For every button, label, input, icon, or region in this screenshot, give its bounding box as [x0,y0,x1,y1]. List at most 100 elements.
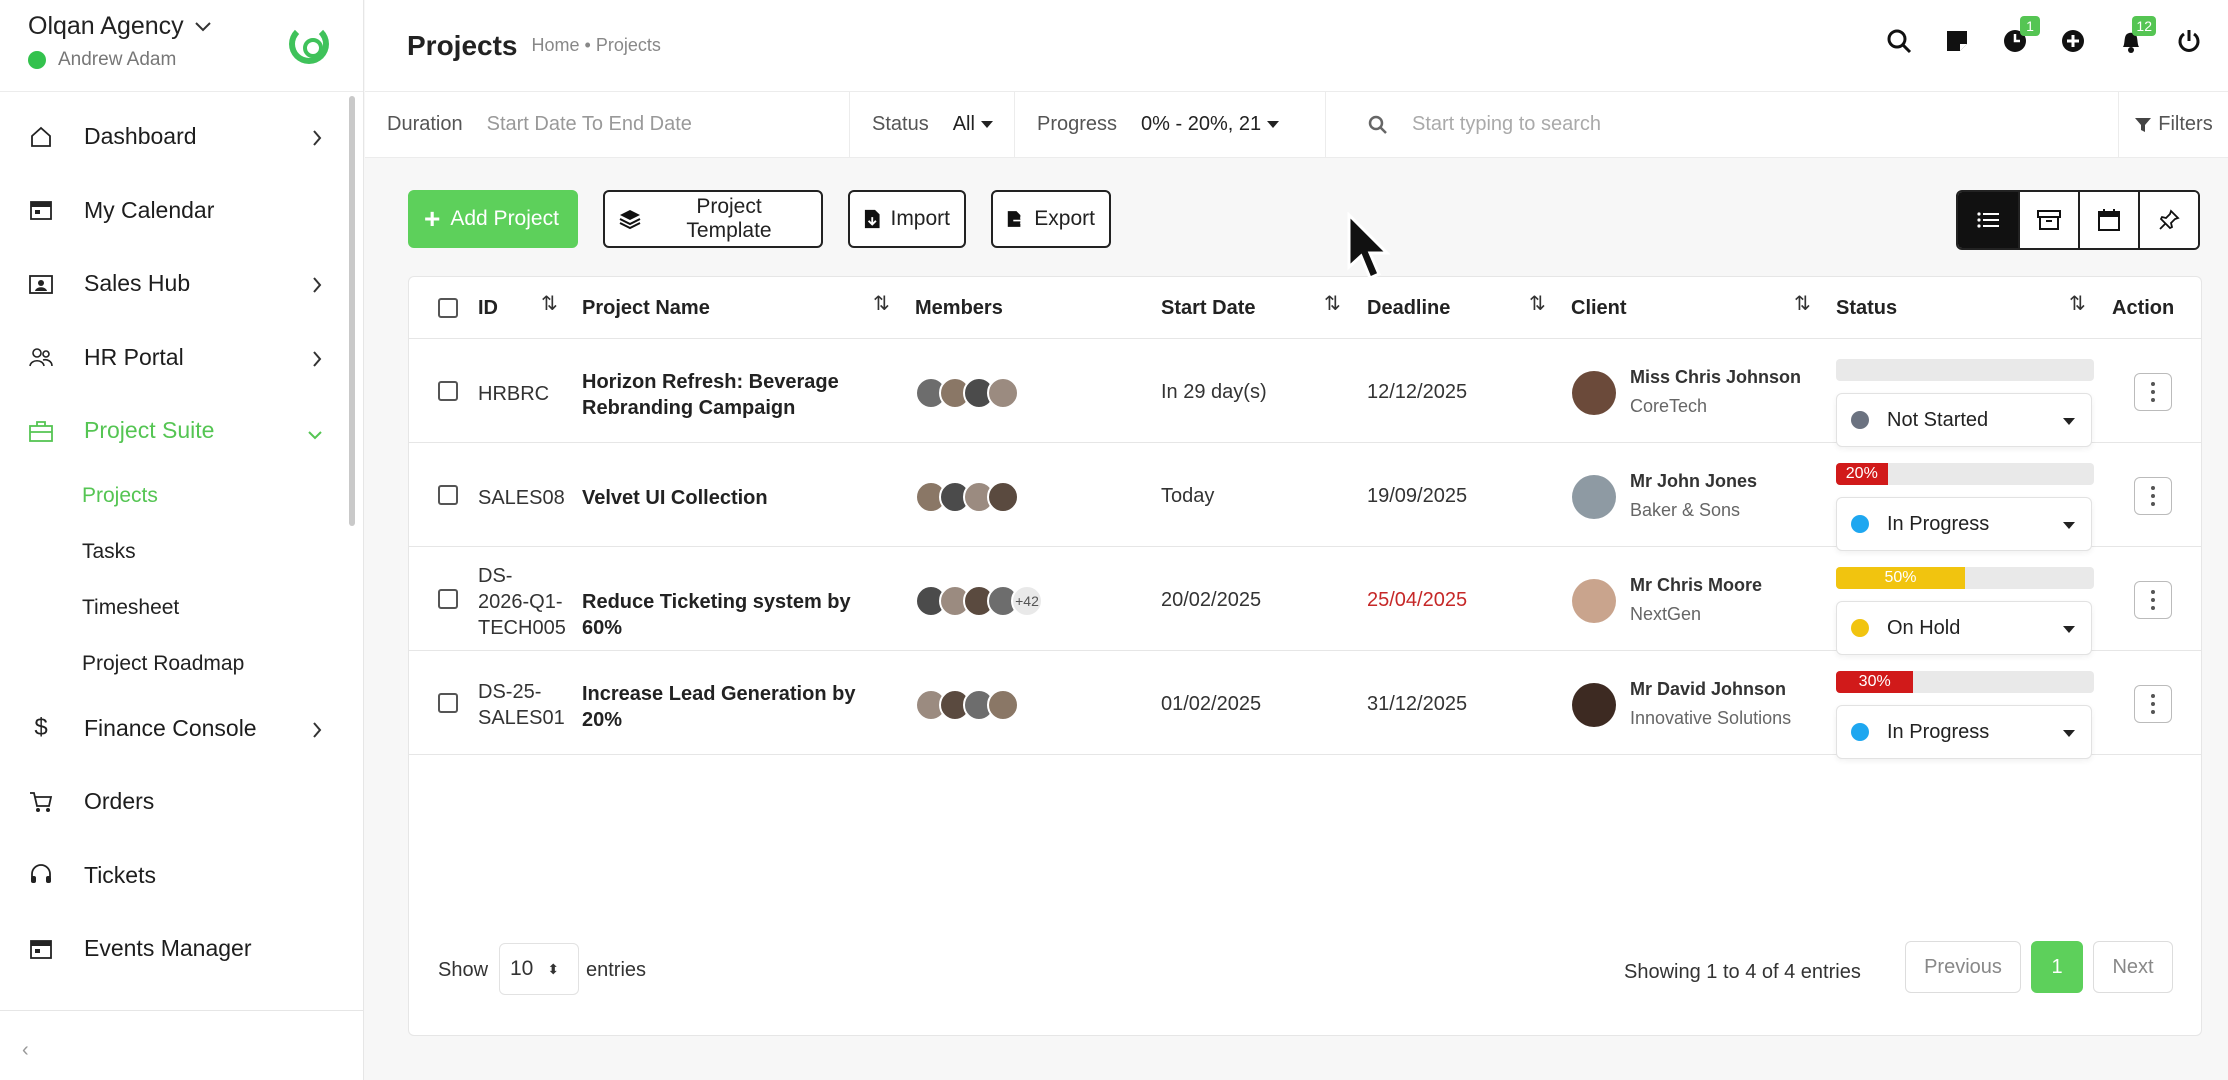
sort-start-icon[interactable]: ⇅ [1324,291,1341,316]
row-checkbox[interactable] [438,589,458,609]
header-project-name: Project Name [582,297,710,319]
progress-filter-label: Progress [1037,113,1118,135]
sort-status-icon[interactable]: ⇅ [2069,291,2086,316]
progress-filter-value[interactable]: 0% - 20%, 21 [1141,113,1261,136]
status-value: In Progress [1887,720,1990,743]
calendar-view-button[interactable] [2078,192,2138,248]
client-name[interactable]: Mr Chris Moore [1630,575,1762,596]
status-filter-value[interactable]: All [953,113,975,136]
sidebar-item-label: Finance Console [84,714,257,741]
progress-fill: 30% [1836,671,1914,693]
row-checkbox[interactable] [438,485,458,505]
sticky-note-icon[interactable] [1942,26,1972,56]
sidebar-item-project-suite[interactable]: Project Suite [0,394,363,468]
sort-deadline-icon[interactable]: ⇅ [1529,291,1546,316]
client-avatar [1572,579,1616,623]
row-checkbox[interactable] [438,381,458,401]
project-name[interactable]: Reduce Ticketing system by 60% [582,589,872,641]
sort-name-icon[interactable]: ⇅ [873,291,890,316]
collapse-sidebar-icon[interactable]: ‹ [22,1039,29,1062]
sidebar-item-finance-console[interactable]: $ Finance Console [0,692,363,766]
home-icon [28,124,54,150]
start-date: 01/02/2025 [1161,693,1262,715]
sidebar-item-dashboard[interactable]: Dashboard [0,100,363,174]
duration-filter[interactable]: Duration Start Date To End Date [365,92,850,157]
duration-input[interactable]: Start Date To End Date [487,113,692,136]
kebab-menu-icon [2151,598,2155,602]
status-dropdown[interactable]: In Progress [1836,705,2092,759]
sidebar-item-events-manager[interactable]: Events Manager [0,912,363,986]
headset-icon [28,862,54,888]
list-view-button[interactable] [1958,192,2018,248]
power-icon[interactable] [2174,26,2204,56]
select-all-checkbox[interactable] [438,298,458,318]
status-dropdown[interactable]: On Hold [1836,601,2092,655]
project-name[interactable]: Velvet UI Collection [582,485,872,511]
project-template-button[interactable]: Project Template [603,190,823,248]
deadline-date: 31/12/2025 [1367,693,1468,715]
search-input[interactable]: Start typing to search [1412,113,1601,136]
status-filter[interactable]: Status All [850,92,1015,157]
archive-view-button[interactable] [2018,192,2078,248]
client-name[interactable]: Mr David Johnson [1630,679,1791,700]
import-label: Import [890,207,950,230]
member-avatar[interactable] [987,689,1019,721]
projects-table: ID ⇅ Project Name ⇅ Members Start Date ⇅… [408,276,2202,1036]
chevron-down-icon [2063,522,2075,529]
client-name[interactable]: Mr John Jones [1630,471,1757,492]
sidebar-item-chat-hub[interactable]: Chat Hub [0,986,363,1010]
sidebar-subitem-projects[interactable]: Projects [0,468,363,524]
sidebar-item-orders[interactable]: Orders [0,765,363,839]
filters-button[interactable]: Filters [2118,92,2228,157]
updown-icon: ⬍ [547,960,560,977]
clock-icon[interactable]: 1 [2000,16,2040,56]
dollar-icon: $ [34,714,48,742]
member-avatar[interactable] [987,481,1019,513]
export-button[interactable]: Export [991,190,1111,248]
row-actions-button[interactable] [2134,477,2172,515]
add-project-button[interactable]: + Add Project [408,190,578,248]
sidebar: Olqan Agency Andrew Adam Dashboard My Cal… [0,0,364,1080]
page-1-button[interactable]: 1 [2031,941,2083,993]
row-actions-button[interactable] [2134,581,2172,619]
sort-id-icon[interactable]: ⇅ [541,291,558,316]
sidebar-item-my-calendar[interactable]: My Calendar [0,174,363,248]
sort-client-icon[interactable]: ⇅ [1794,291,1811,316]
file-export-icon [1007,211,1025,227]
search-box[interactable]: Start typing to search [1326,113,2118,136]
sidebar-subitem-project-roadmap[interactable]: Project Roadmap [0,636,363,692]
sidebar-item-sales-hub[interactable]: Sales Hub [0,247,363,321]
row-checkbox[interactable] [438,693,458,713]
bell-icon[interactable]: 12 [2116,16,2156,56]
status-dropdown[interactable]: Not Started [1836,393,2092,447]
project-name[interactable]: Increase Lead Generation by 20% [582,681,872,733]
chevron-down-icon [307,420,323,447]
progress-filter[interactable]: Progress 0% - 20%, 21 [1015,92,1326,157]
pinned-view-button[interactable] [2138,192,2198,248]
more-members-badge[interactable]: +42 [1011,585,1043,617]
sidebar-subitem-timesheet[interactable]: Timesheet [0,580,363,636]
row-actions-button[interactable] [2134,685,2172,723]
sidebar-item-label: Events Manager [84,935,252,962]
import-button[interactable]: Import [848,190,966,248]
sidebar-item-label: Project Suite [84,417,215,444]
id-card-icon [28,271,54,297]
add-circle-icon[interactable] [2058,26,2088,56]
member-avatar[interactable] [987,377,1019,409]
chevron-down-icon [2063,418,2075,425]
chevron-right-icon [311,347,323,374]
project-name[interactable]: Horizon Refresh: Beverage Rebranding Cam… [582,369,872,421]
entries-per-page-select[interactable]: 10 ⬍ [499,943,579,995]
online-status-icon [28,51,46,69]
sidebar-item-tickets[interactable]: Tickets [0,839,363,913]
header-id: ID [478,297,498,319]
search-icon[interactable] [1884,26,1914,56]
next-page-button[interactable]: Next [2093,941,2173,993]
status-dropdown[interactable]: In Progress [1836,497,2092,551]
client-name[interactable]: Miss Chris Johnson [1630,367,1801,388]
row-actions-button[interactable] [2134,373,2172,411]
previous-page-button[interactable]: Previous [1905,941,2021,993]
plus-icon: + [424,203,441,234]
sidebar-item-hr-portal[interactable]: HR Portal [0,321,363,395]
sidebar-subitem-tasks[interactable]: Tasks [0,524,363,580]
